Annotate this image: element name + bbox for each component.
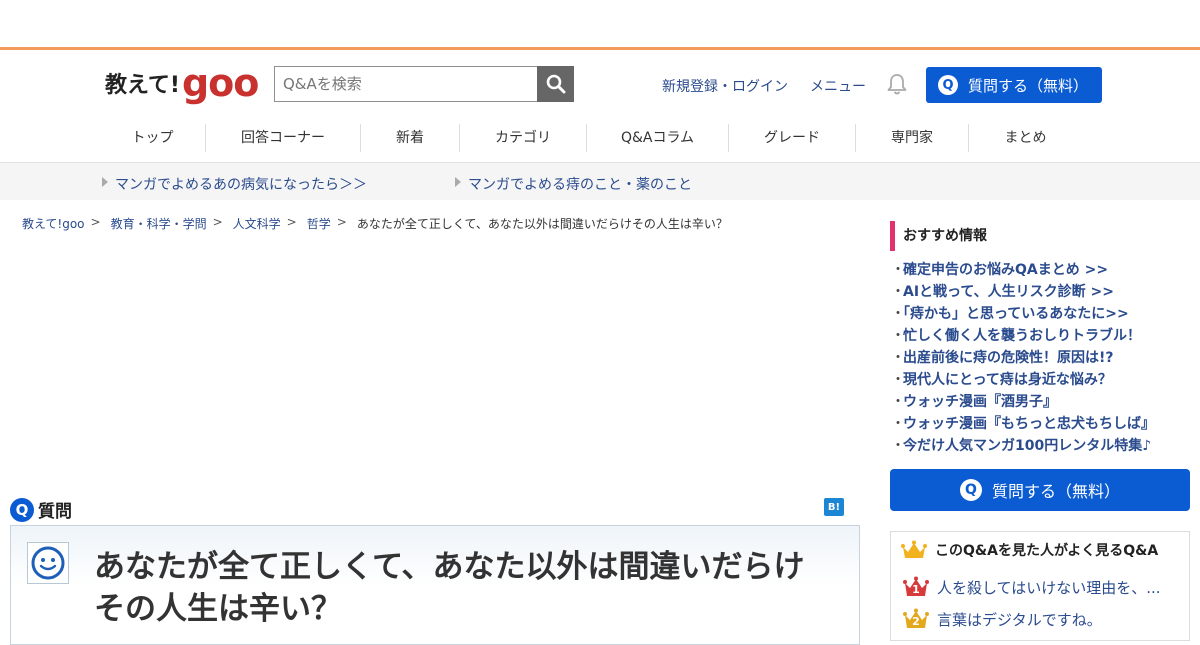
logo-text: 教えて! <box>105 73 180 98</box>
site-logo[interactable]: 教えて! goo <box>105 61 259 105</box>
search-icon <box>546 74 565 94</box>
breadcrumb: 教えて!goo > 教育・科学・学問 > 人文科学 > 哲学 > あなたが全て正… <box>22 215 728 232</box>
recommended-heading: おすすめ情報 <box>890 221 987 251</box>
recommended-item[interactable]: 今だけ人気マンガ100円レンタル特集♪ <box>891 435 1155 457</box>
related-qa-heading-text: このQ&Aを見た人がよく見るQ&A <box>935 543 1159 559</box>
related-qa-title: 人を殺してはいけない理由を、... <box>937 578 1161 597</box>
search-box <box>274 66 574 102</box>
nav-item-2[interactable]: 新着 <box>361 124 460 152</box>
logo-goo: goo <box>181 61 259 105</box>
header-links: 新規登録・ログイン メニュー <box>662 76 866 96</box>
related-qa-item[interactable]: 2 言葉はデジタルですね。 <box>903 608 1102 630</box>
nav-item-6[interactable]: 専門家 <box>856 124 969 152</box>
nav-item-3[interactable]: カテゴリ <box>460 124 587 152</box>
crown-icon <box>901 540 927 558</box>
question-title: あなたが全て正しくて、あなた以外は間違いだらけその人生は辛い？ <box>94 549 805 627</box>
menu-link[interactable]: メニュー <box>810 76 866 96</box>
nav-item-0[interactable]: トップ <box>100 124 206 152</box>
breadcrumb-item-humanities[interactable]: 人文科学 <box>233 215 281 232</box>
rank-crown-icon: 2 <box>903 608 929 630</box>
related-qa-title: 言葉はデジタルですね。 <box>937 610 1102 629</box>
global-nav: トップ 回答コーナー 新着 カテゴリ Q&Aコラム グレード 専門家 まとめ <box>100 116 1100 160</box>
rank-number: 1 <box>912 583 920 596</box>
hatena-bookmark-button[interactable]: B! <box>824 498 844 516</box>
recommended-item[interactable]: 確定申告のお悩みQAまとめ >> <box>891 259 1155 281</box>
question-heading: Q 質問 <box>10 497 72 522</box>
ask-question-button[interactable]: Q 質問する（無料） <box>926 67 1102 103</box>
recommended-item[interactable]: ウォッチ漫画『もちっと忠犬もちしば』 <box>891 413 1155 435</box>
recommended-item[interactable]: AIと戦って、人生リスク診断 >> <box>891 281 1155 303</box>
breadcrumb-item-home[interactable]: 教えて!goo <box>22 215 85 232</box>
ask-question-label: 質問する（無料） <box>968 76 1089 95</box>
sidebar-ask-question-label: 質問する（無料） <box>991 482 1120 501</box>
question-label: 質問 <box>38 502 72 522</box>
breadcrumb-current: あなたが全て正しくて、あなた以外は間違いだらけその人生は辛い？ <box>356 217 728 231</box>
recommended-item[interactable]: ウォッチ漫画『酒男子』 <box>891 391 1155 413</box>
question-card: あなたが全て正しくて、あなた以外は間違いだらけその人生は辛い？ <box>10 525 860 645</box>
breadcrumb-separator: > <box>336 215 347 229</box>
breadcrumb-item-education[interactable]: 教育・科学・学問 <box>111 215 207 232</box>
related-qa-box: このQ&Aを見た人がよく見るQ&A 1 人を殺してはいけない理由を、... 2 言葉は… <box>890 531 1190 641</box>
nav-item-4[interactable]: Q&Aコラム <box>587 124 729 152</box>
breadcrumb-separator: > <box>90 215 101 229</box>
related-qa-heading: このQ&Aを見た人がよく見るQ&A <box>901 540 1158 560</box>
breadcrumb-item-philosophy[interactable]: 哲学 <box>307 215 331 232</box>
promo-link-manga-hemorrhoids[interactable]: マンガでよめる痔のこと・薬のこと <box>455 174 692 194</box>
nav-item-7[interactable]: まとめ <box>969 124 1082 152</box>
sidebar-ask-question-button[interactable]: Q 質問する（無料） <box>890 469 1190 511</box>
recommended-item[interactable]: 忙しく働く人を襲うおしりトラブル！ <box>891 325 1155 347</box>
q-icon: Q <box>959 479 982 501</box>
register-login-link[interactable]: 新規登録・ログイン <box>662 76 788 96</box>
breadcrumb-separator: > <box>286 215 297 229</box>
nav-item-5[interactable]: グレード <box>729 124 856 152</box>
recommended-item[interactable]: 現代人にとって痔は身近な悩み？ <box>891 369 1155 391</box>
avatar[interactable] <box>27 542 69 584</box>
question-q-icon: Q <box>10 497 34 522</box>
breadcrumb-separator: > <box>212 215 223 229</box>
smiley-icon <box>31 546 65 580</box>
recommended-item[interactable]: 出産前後に痔の危険性！原因は!? <box>891 347 1155 369</box>
site-header: 教えて! goo 新規登録・ログイン メニュー Q 質問する（無料） <box>0 50 1200 116</box>
bell-icon[interactable] <box>886 72 908 96</box>
search-button[interactable] <box>537 66 574 102</box>
related-qa-item[interactable]: 1 人を殺してはいけない理由を、... <box>903 576 1161 598</box>
promo-bar: マンガでよめるあの病気になったら＞＞ マンガでよめる痔のこと・薬のこと <box>0 162 1200 200</box>
recommended-item[interactable]: 「痔かも」と思っているあなたに>> <box>891 303 1155 325</box>
ad-banner-area <box>0 0 1200 47</box>
recommended-list: 確定申告のお悩みQAまとめ >>AIと戦って、人生リスク診断 >>「痔かも」と思… <box>891 259 1155 457</box>
q-icon: Q <box>938 75 958 95</box>
rank-crown-icon: 1 <box>903 576 929 598</box>
promo-link-manga-illness[interactable]: マンガでよめるあの病気になったら＞＞ <box>102 174 367 194</box>
search-input[interactable] <box>275 67 538 101</box>
rank-number: 2 <box>912 615 920 628</box>
nav-item-1[interactable]: 回答コーナー <box>206 124 361 152</box>
